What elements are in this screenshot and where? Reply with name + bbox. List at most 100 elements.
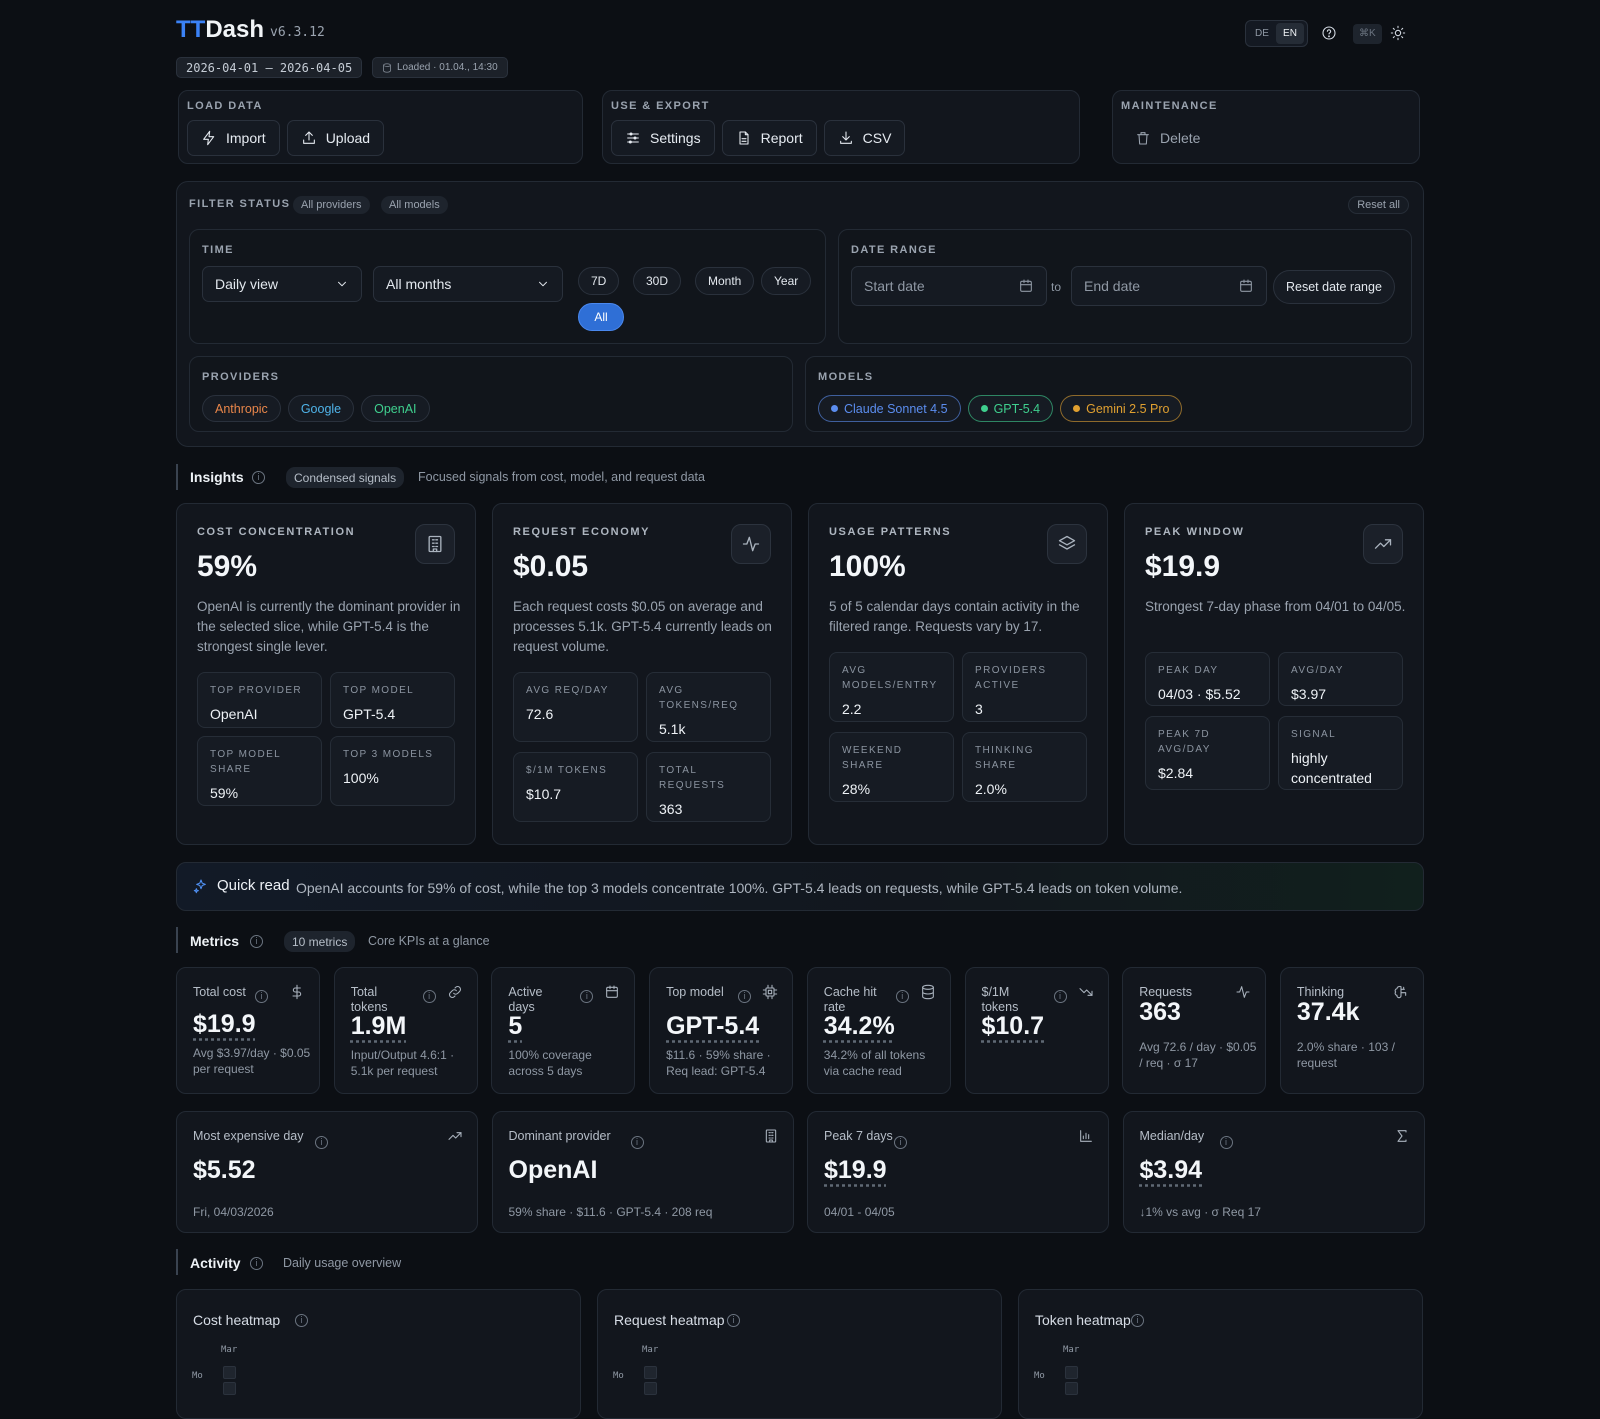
insight-description: Each request costs $0.05 on average and … <box>513 599 772 654</box>
metric-title: Total cost <box>193 985 246 999</box>
info-icon[interactable]: i <box>422 990 436 1003</box>
provider-chip-openai[interactable]: OpenAI <box>361 395 430 422</box>
upload-button[interactable]: Upload <box>286 120 385 156</box>
start-date-input[interactable]: Start date <box>851 266 1047 306</box>
info-icon[interactable]: i <box>894 1136 907 1149</box>
stat-label: AVG MODELS/ENTRY <box>842 665 938 691</box>
heatmap-cell[interactable] <box>1065 1382 1078 1395</box>
provider-chip-anthropic[interactable]: Anthropic <box>202 395 281 422</box>
stat-value: $10.7 <box>526 786 562 802</box>
info-icon[interactable]: i <box>295 1314 308 1327</box>
metric-card-wide: Median/day i $3.94 ↓1% vs avg · σ Req 17 <box>1122 1111 1425 1233</box>
heatmap-cell[interactable] <box>644 1366 657 1379</box>
stat-value: OpenAI <box>210 706 258 722</box>
info-icon[interactable]: i <box>630 1136 644 1149</box>
info-icon[interactable]: i <box>895 990 909 1003</box>
heatmap-month-label: Mar <box>642 1345 659 1355</box>
metric-value: $19.9 <box>824 1156 887 1184</box>
preset-year[interactable]: Year <box>761 267 812 295</box>
end-date-input[interactable]: End date <box>1071 266 1267 306</box>
stat-value: 5.1k <box>659 721 686 737</box>
cpu-icon <box>762 984 778 1000</box>
filter-status-title: FILTER STATUS <box>189 198 291 210</box>
insight-stat-box: PROVIDERS ACTIVE 3 <box>962 652 1087 722</box>
info-icon[interactable]: i <box>1219 1136 1233 1149</box>
lang-en-button[interactable]: EN <box>1276 23 1304 44</box>
stat-value: 04/03 · $5.52 <box>1158 686 1241 702</box>
reset-all-button[interactable]: Reset all <box>1348 196 1409 214</box>
file-text-icon <box>736 130 752 146</box>
import-button[interactable]: Import <box>187 120 280 156</box>
preset-month[interactable]: Month <box>695 267 755 295</box>
lang-de-button[interactable]: DE <box>1248 28 1276 39</box>
info-icon[interactable]: i <box>1131 1314 1144 1327</box>
info-icon[interactable]: i <box>1053 990 1067 1003</box>
months-select[interactable]: All months <box>373 266 563 302</box>
to-label: to <box>1051 280 1062 294</box>
layers-icon <box>1047 524 1087 564</box>
activity-title: Activity <box>190 1255 241 1271</box>
section-title: MAINTENANCE <box>1121 100 1218 112</box>
info-icon[interactable]: i <box>315 1136 328 1149</box>
database-icon <box>382 62 392 73</box>
help-icon[interactable] <box>1321 25 1337 41</box>
info-icon[interactable]: i <box>727 1314 740 1327</box>
date-range-badge: 2026-04-01 – 2026-04-05 <box>176 57 363 78</box>
heatmap-cell[interactable] <box>644 1382 657 1395</box>
provider-chip-google[interactable]: Google <box>287 395 355 422</box>
metric-value: $10.7 <box>981 1012 1045 1040</box>
model-chip[interactable]: GPT-5.4 <box>967 395 1054 422</box>
section-title: USE & EXPORT <box>611 100 710 112</box>
metric-subtitle: $11.6 · 59% share · Req lead: GPT-5.4 <box>666 1048 771 1078</box>
metric-value: 37.4k <box>1296 998 1360 1026</box>
metric-card: $/1M tokens i $10.7 <box>964 967 1109 1094</box>
preset-30d[interactable]: 30D <box>633 267 682 295</box>
csv-button[interactable]: CSV <box>823 120 906 156</box>
stat-label: TOP MODEL <box>343 685 415 696</box>
time-title: TIME <box>202 244 234 256</box>
section-marker <box>176 464 178 490</box>
activity-icon <box>731 524 771 564</box>
heatmap-cell[interactable] <box>1065 1366 1078 1379</box>
link-icon <box>447 984 463 1000</box>
info-icon[interactable]: i <box>252 471 265 484</box>
info-icon[interactable]: i <box>250 1257 263 1270</box>
stat-value: 2.0% <box>975 781 1007 797</box>
insight-stat-box: SIGNAL highly concentrated <box>1278 716 1403 790</box>
quick-read-banner: Quick read OpenAI accounts for 59% of co… <box>176 862 1424 911</box>
delete-button[interactable]: Delete <box>1121 120 1214 156</box>
metric-card: Cache hit rate i 34.2% 34.2% of all tokens … <box>806 967 951 1094</box>
preset-all[interactable]: All <box>578 303 624 331</box>
preset-7d[interactable]: 7D <box>578 267 620 295</box>
heatmap-cell[interactable] <box>223 1382 236 1395</box>
insight-stat-box: TOP MODEL SHARE 59% <box>197 736 322 806</box>
info-icon[interactable]: i <box>580 990 594 1003</box>
building-icon <box>415 524 455 564</box>
heatmap-cell[interactable] <box>223 1366 236 1379</box>
metric-title: Total tokens <box>350 985 388 1014</box>
theme-toggle-icon[interactable] <box>1390 25 1406 41</box>
chevron-down-icon <box>536 277 550 291</box>
info-icon[interactable]: i <box>738 990 752 1003</box>
chevron-down-icon <box>335 277 349 291</box>
info-icon[interactable]: i <box>255 990 268 1003</box>
date-range-title: DATE RANGE <box>851 244 937 256</box>
insight-stat-box: PEAK DAY 04/03 · $5.52 <box>1145 652 1270 706</box>
settings-button[interactable]: Settings <box>611 120 715 156</box>
sigma-icon <box>1394 1128 1410 1144</box>
command-palette-button[interactable]: ⌘K <box>1353 24 1382 44</box>
stat-value: 2.2 <box>842 701 862 717</box>
loaded-badge: Loaded · 01.04., 14:30 <box>372 57 508 78</box>
report-button[interactable]: Report <box>721 120 817 156</box>
insights-title: Insights <box>190 469 244 485</box>
insights-badge: Condensed signals <box>286 467 405 488</box>
reset-date-range-button[interactable]: Reset date range <box>1273 270 1395 304</box>
providers-filter-badge: All providers <box>293 196 370 214</box>
info-icon[interactable]: i <box>250 935 263 948</box>
model-chip[interactable]: Claude Sonnet 4.5 <box>818 395 961 422</box>
insight-value: $0.05 <box>513 550 589 583</box>
model-chip[interactable]: Gemini 2.5 Pro <box>1060 395 1183 422</box>
quick-read-text: OpenAI accounts for 59% of cost, while t… <box>296 880 1183 896</box>
stat-value: 72.6 <box>526 706 554 722</box>
view-select[interactable]: Daily view <box>202 266 362 302</box>
